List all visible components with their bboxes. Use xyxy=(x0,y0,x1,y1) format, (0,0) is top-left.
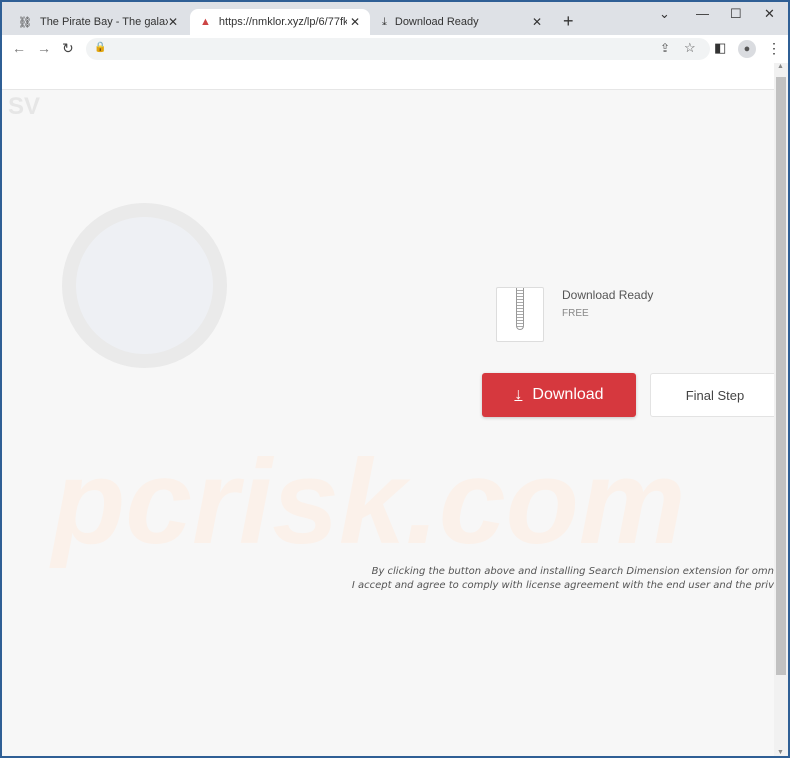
forward-icon[interactable]: → xyxy=(37,40,51,56)
menu-icon[interactable]: ⋮ xyxy=(767,40,781,57)
final-step-button[interactable]: Final Step xyxy=(650,373,774,417)
tab-nmklor[interactable]: ▲ https://nmklor.xyz/lp/6/77fk8qed ✕ xyxy=(190,9,370,35)
file-price: FREE xyxy=(562,308,589,319)
minimize-button[interactable]: — xyxy=(696,6,709,21)
logo: SV xyxy=(8,93,41,120)
side-panel-icon[interactable]: ◧ xyxy=(714,40,726,56)
site-icon: ▲ xyxy=(200,16,211,28)
share-icon[interactable]: ⇪ xyxy=(660,41,670,55)
file-title: Download Ready xyxy=(562,288,654,302)
tab-download-ready[interactable]: ⤓ Download Ready ✕ xyxy=(372,9,552,35)
new-tab-button[interactable]: + xyxy=(563,11,574,32)
close-tab-icon[interactable]: ✕ xyxy=(350,15,360,29)
scrollbar[interactable]: ▲ ▼ xyxy=(774,63,788,756)
download-icon: ⤓ xyxy=(382,15,387,28)
zip-file-icon xyxy=(496,287,544,342)
back-icon[interactable]: ← xyxy=(12,40,26,56)
tab-search-icon[interactable]: ⌄ xyxy=(659,6,670,22)
disclaimer: By clicking the button above and install… xyxy=(351,566,774,591)
lock-icon: 🔒 xyxy=(94,42,107,53)
page-content: SV pcrisk.com Download Ready FREE ↓ Down… xyxy=(2,63,774,756)
maximize-button[interactable]: ☐ xyxy=(730,6,742,22)
page-header xyxy=(2,63,774,90)
reload-icon[interactable]: ↻ xyxy=(62,40,74,57)
scrollbar-thumb[interactable] xyxy=(776,77,786,675)
browser-window: ⛓ The Pirate Bay - The galaxy's most ✕ ▲… xyxy=(2,2,788,756)
close-tab-icon[interactable]: ✕ xyxy=(168,15,178,29)
download-button[interactable]: ↓ Download xyxy=(482,373,636,417)
star-icon[interactable]: ☆ xyxy=(684,40,696,56)
address-bar[interactable]: 🔒 ⇪ ☆ xyxy=(86,38,710,60)
tab-bar: ⛓ The Pirate Bay - The galaxy's most ✕ ▲… xyxy=(2,2,788,35)
close-tab-icon[interactable]: ✕ xyxy=(532,15,542,29)
watermark-magnifier-icon xyxy=(62,203,227,368)
toolbar: ← → ↻ 🔒 ⇪ ☆ ◧ ● ⋮ xyxy=(2,35,788,63)
watermark: pcrisk.com xyxy=(52,435,686,569)
profile-avatar-icon[interactable]: ● xyxy=(738,40,756,58)
tab-pirate-bay[interactable]: ⛓ The Pirate Bay - The galaxy's most ✕ xyxy=(8,9,188,35)
download-arrow-icon: ↓ xyxy=(514,386,523,403)
close-window-button[interactable]: ✕ xyxy=(764,6,775,22)
pirate-ship-icon: ⛓ xyxy=(18,16,32,29)
